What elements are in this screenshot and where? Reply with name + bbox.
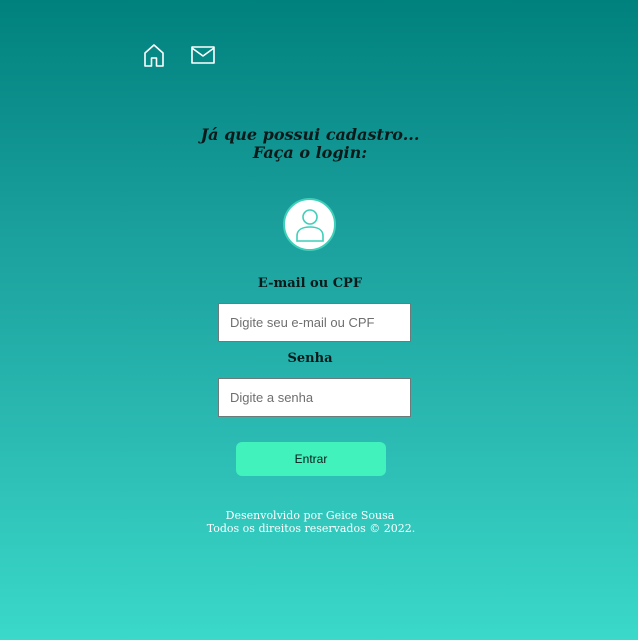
footer: Desenvolvido por Geice Sousa Todos os di… xyxy=(0,509,620,535)
home-icon[interactable] xyxy=(142,42,166,72)
email-field[interactable] xyxy=(218,303,411,342)
submit-button[interactable]: Entrar xyxy=(236,442,386,476)
footer-copyright: Todos os direitos reservados © 2022. xyxy=(206,522,416,535)
user-icon xyxy=(295,208,324,242)
email-label: E-mail ou CPF xyxy=(257,276,363,291)
login-heading: Já que possui cadastro... Faça o login: xyxy=(0,126,620,162)
top-nav xyxy=(142,42,216,72)
password-label: Senha xyxy=(287,351,333,366)
password-field[interactable] xyxy=(218,378,411,417)
footer-credit: Desenvolvido por Geice Sousa xyxy=(225,509,395,522)
heading-line-2: Faça o login: xyxy=(252,143,368,162)
heading-line-1: Já que possui cadastro... xyxy=(200,125,420,144)
avatar xyxy=(283,198,336,251)
mail-icon[interactable] xyxy=(190,45,216,69)
